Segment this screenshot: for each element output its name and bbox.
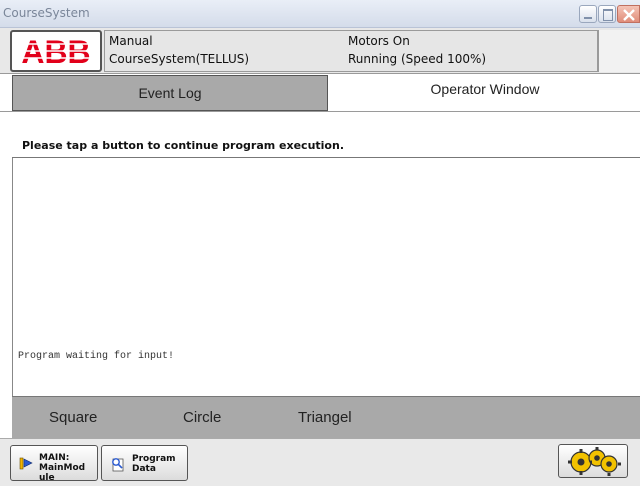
close-icon[interactable] [617, 5, 640, 23]
operating-mode: Manual [109, 34, 153, 48]
tab-operator-window[interactable]: Operator Window [330, 75, 640, 111]
tab-event-log[interactable]: Event Log [12, 75, 328, 111]
program-data-label-line1: Program [132, 454, 176, 464]
main-module-label-line3: ule [39, 473, 55, 481]
motors-state: Motors On [348, 34, 410, 48]
abb-logo-mark: ABB [12, 34, 100, 70]
circle-button[interactable]: Circle [183, 409, 221, 426]
program-pointer-icon [19, 457, 33, 470]
main-module-button[interactable]: MAIN: MainMod ule [10, 445, 98, 481]
abb-logo-text: ABB [21, 34, 90, 70]
main-module-label: MAIN: MainMod ule [39, 453, 99, 481]
main-module-label-line2: MainMod [39, 463, 86, 473]
program-data-icon [112, 458, 124, 472]
window-title-bar: CourseSystem [0, 0, 640, 28]
window-title: CourseSystem [3, 6, 90, 20]
main-module-label-line1: MAIN: [39, 453, 70, 463]
tab-divider [0, 111, 640, 112]
square-button[interactable]: Square [49, 409, 97, 426]
program-data-label: Program Data [132, 454, 187, 482]
maximize-icon[interactable] [598, 5, 616, 23]
run-state: Running (Speed 100%) [348, 52, 487, 66]
header-right-area[interactable] [598, 30, 640, 72]
gears-icon [568, 447, 621, 476]
abb-logo[interactable]: ABB [10, 30, 102, 72]
status-panel[interactable]: Manual CourseSystem(TELLUS) Motors On Ru… [104, 30, 598, 72]
minimize-icon[interactable] [579, 5, 597, 23]
operator-output-line: Program waiting for input! [18, 351, 175, 362]
operator-prompt: Please tap a button to continue program … [22, 139, 344, 152]
triangel-button[interactable]: Triangel [298, 409, 352, 426]
system-name: CourseSystem(TELLUS) [109, 52, 250, 66]
program-data-button[interactable]: Program Data [101, 445, 188, 481]
program-data-label-line2: Data [132, 464, 156, 474]
quickset-button[interactable] [558, 444, 628, 478]
